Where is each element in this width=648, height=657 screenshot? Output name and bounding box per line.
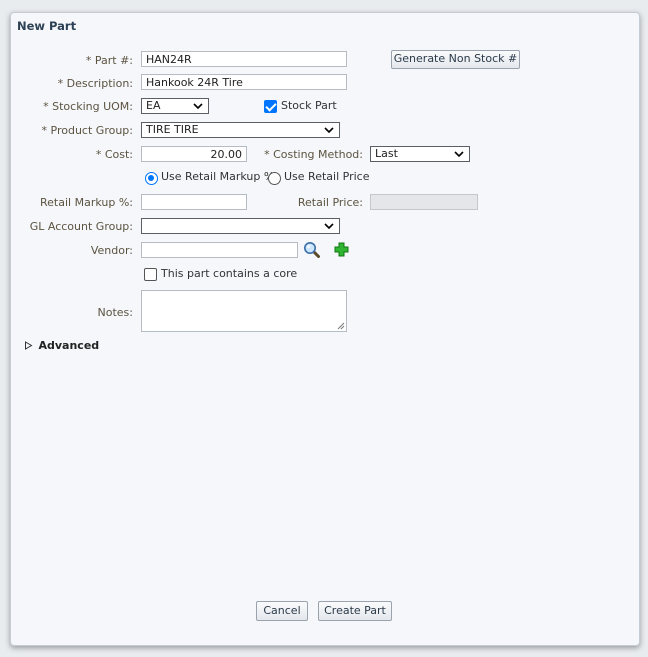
retail-markup-label: Retail Markup %: bbox=[40, 196, 133, 209]
core-checkbox[interactable] bbox=[144, 268, 157, 281]
description-input[interactable] bbox=[141, 74, 347, 90]
chevron-down-icon bbox=[324, 127, 334, 134]
use-retail-markup-label: Use Retail Markup % bbox=[161, 170, 275, 183]
create-part-button[interactable]: Create Part bbox=[318, 601, 392, 621]
chevron-down-icon bbox=[193, 103, 203, 110]
stock-part-label: Stock Part bbox=[281, 99, 337, 112]
part-number-label: * Part #: bbox=[85, 54, 133, 67]
cost-input[interactable] bbox=[141, 146, 247, 162]
triangle-right-icon bbox=[25, 341, 33, 350]
stock-part-checkbox[interactable] bbox=[264, 100, 277, 113]
use-retail-price-radio[interactable] bbox=[268, 172, 281, 185]
core-label: This part contains a core bbox=[161, 267, 298, 280]
costing-method-select[interactable]: Last bbox=[370, 146, 470, 162]
stocking-uom-label: * Stocking UOM: bbox=[43, 100, 133, 113]
vendor-input[interactable] bbox=[141, 242, 298, 258]
product-group-select[interactable]: TIRE TIRE bbox=[141, 122, 340, 138]
green-plus-icon[interactable] bbox=[334, 242, 349, 257]
generate-non-stock-button[interactable]: Generate Non Stock # bbox=[391, 50, 520, 69]
resize-grip-icon[interactable] bbox=[337, 322, 345, 330]
vendor-label: Vendor: bbox=[90, 244, 133, 257]
retail-price-label: Retail Price: bbox=[297, 196, 363, 209]
costing-method-value: Last bbox=[375, 147, 398, 160]
gl-account-group-select[interactable] bbox=[141, 218, 340, 234]
magnifier-icon[interactable] bbox=[303, 241, 320, 258]
chevron-down-icon bbox=[454, 151, 464, 158]
product-group-label: * Product Group: bbox=[41, 124, 133, 137]
advanced-label: Advanced bbox=[38, 339, 100, 352]
use-retail-markup-radio[interactable] bbox=[145, 172, 158, 185]
notes-textarea[interactable] bbox=[141, 290, 347, 332]
stocking-uom-select[interactable]: EA bbox=[141, 98, 209, 114]
description-label: * Description: bbox=[57, 77, 133, 90]
cancel-button[interactable]: Cancel bbox=[256, 601, 308, 621]
notes-label: Notes: bbox=[97, 306, 133, 319]
advanced-toggle[interactable]: Advanced bbox=[24, 339, 99, 355]
use-retail-price-label: Use Retail Price bbox=[284, 170, 370, 183]
product-group-value: TIRE TIRE bbox=[146, 123, 199, 136]
costing-method-label: * Costing Method: bbox=[264, 148, 363, 161]
gl-account-group-label: GL Account Group: bbox=[29, 220, 133, 233]
notes-wrapper bbox=[141, 290, 347, 332]
chevron-down-icon bbox=[324, 223, 334, 230]
new-part-dialog: New Part * Part #: Generate Non Stock # … bbox=[10, 12, 640, 646]
cost-label: * Cost: bbox=[95, 148, 133, 161]
retail-markup-input[interactable] bbox=[141, 194, 247, 210]
dialog-title: New Part bbox=[17, 19, 77, 33]
part-number-input[interactable] bbox=[141, 51, 347, 67]
retail-price-input bbox=[370, 194, 478, 210]
stocking-uom-value: EA bbox=[146, 99, 161, 112]
